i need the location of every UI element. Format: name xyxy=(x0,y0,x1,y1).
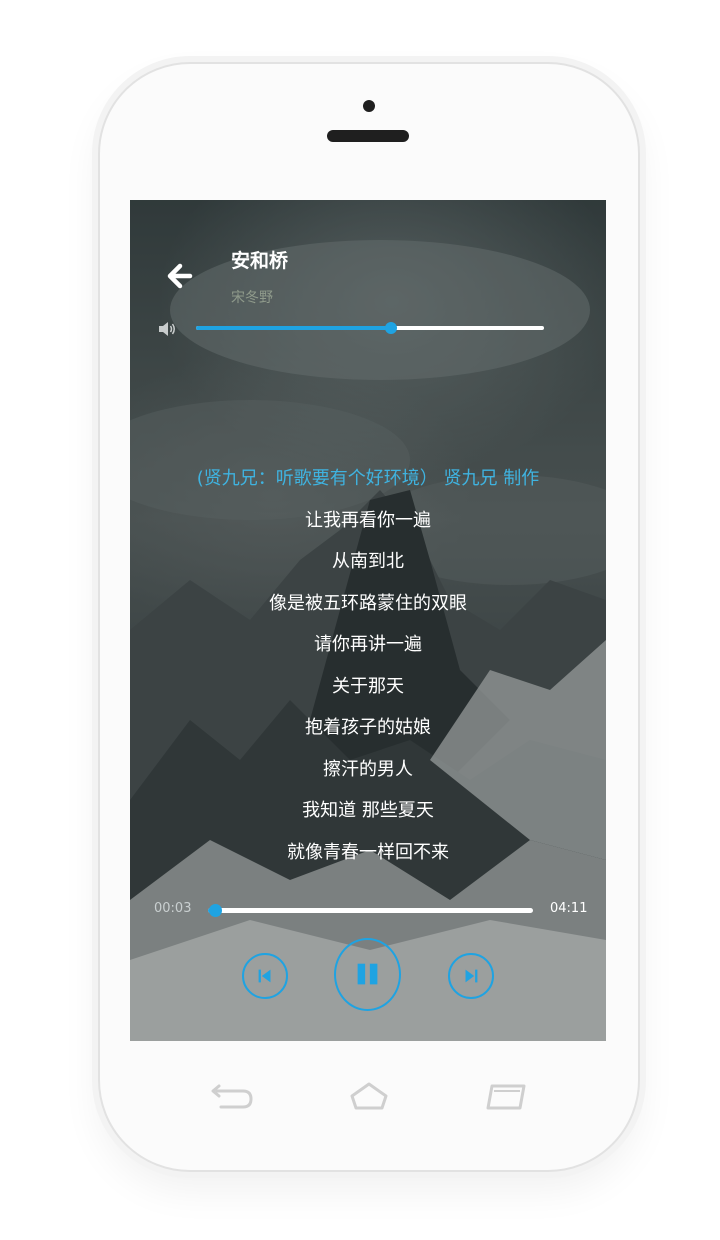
total-time: 04:11 xyxy=(550,901,588,916)
lyric-line: 让我再看你一遍 xyxy=(305,509,431,531)
nav-recent-apps-icon[interactable] xyxy=(484,1080,528,1112)
front-camera xyxy=(363,100,375,112)
next-track-button[interactable] xyxy=(448,953,494,999)
volume-slider-fill xyxy=(196,326,391,330)
lyric-line: 我知道 那些夏天 xyxy=(302,800,434,821)
skip-next-icon xyxy=(465,969,478,983)
lyric-line: 擦汗的男人 xyxy=(323,758,413,780)
volume-icon[interactable] xyxy=(157,320,177,338)
volume-slider-knob[interactable] xyxy=(384,322,397,334)
lyric-line: 关于那天 xyxy=(332,675,404,697)
lyric-line: 从南到北 xyxy=(332,551,404,572)
nav-back-icon[interactable] xyxy=(207,1083,255,1113)
lyric-line: 请你再讲一遍 xyxy=(314,634,422,655)
playback-progress-bar[interactable] xyxy=(208,904,533,917)
lyric-line: 像是被五环路蒙住的双眼 xyxy=(269,592,467,614)
lyric-line: (贤九兄：听歌要有个好环境） 贤九兄 制作 xyxy=(196,468,540,489)
song-artist: 宋冬野 xyxy=(231,290,273,306)
song-title: 安和桥 xyxy=(231,250,289,272)
lyric-line: 抱着孩子的姑娘 xyxy=(305,717,431,738)
lyrics-panel: (贤九兄：听歌要有个好环境） 贤九兄 制作 让我再看你一遍 从南到北像是被五环路蒙住… xyxy=(130,462,606,877)
skip-previous-icon xyxy=(258,969,271,983)
pause-button[interactable] xyxy=(334,938,401,1011)
music-player-screen: 安和桥 宋冬野 (贤九兄：听歌要有个好环境） 贤九兄 制作 让我再看你一遍 从南到北… xyxy=(130,200,606,1041)
nav-home-icon[interactable] xyxy=(348,1080,390,1112)
back-arrow-icon[interactable] xyxy=(166,262,194,290)
previous-track-button[interactable] xyxy=(242,953,288,999)
current-time: 00:03 xyxy=(154,901,192,916)
volume-slider[interactable] xyxy=(196,322,544,334)
progress-knob[interactable] xyxy=(208,904,222,917)
lyric-line: 就像青春一样回不来 xyxy=(287,841,449,863)
pause-icon xyxy=(357,963,378,985)
earpiece-speaker xyxy=(327,130,409,142)
